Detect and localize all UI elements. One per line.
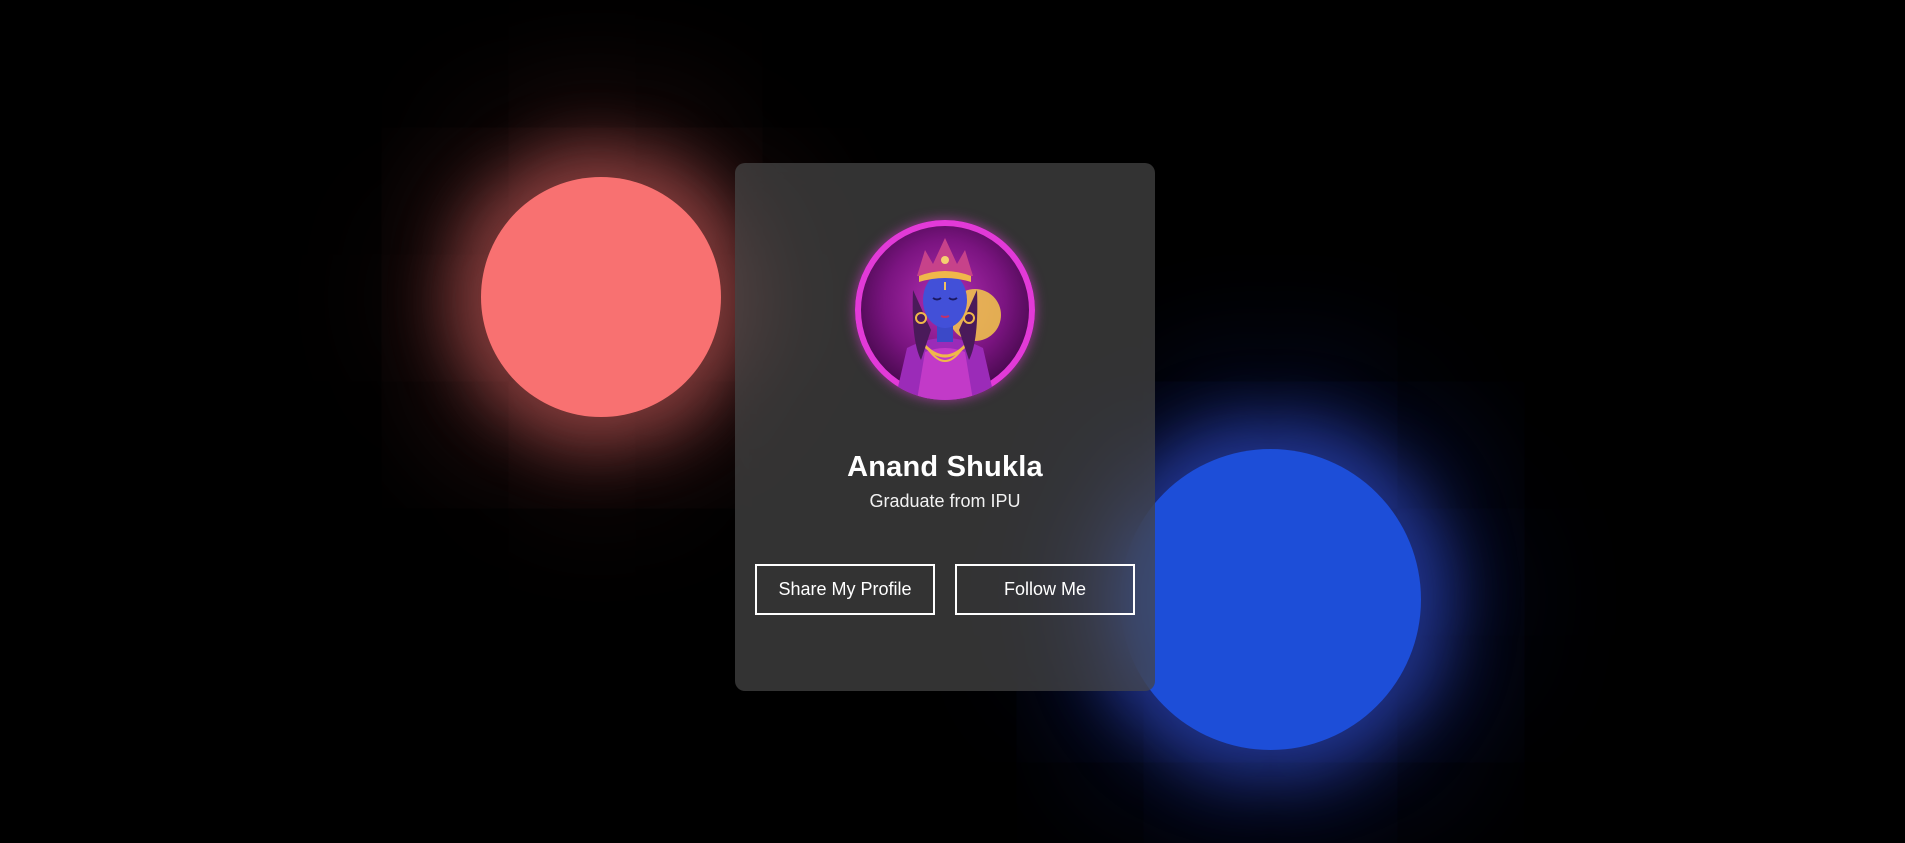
follow-button[interactable]: Follow Me [955,564,1135,615]
page-background: Anand Shukla Graduate from IPU Share My … [0,0,1905,843]
profile-avatar [855,220,1035,400]
red-glow-circle [481,177,721,417]
profile-name: Anand Shukla [847,451,1043,483]
blue-glow-circle [1120,449,1421,750]
share-profile-button[interactable]: Share My Profile [755,564,935,615]
portrait-illustration [895,238,1001,400]
profile-subtitle: Graduate from IPU [869,491,1021,511]
profile-card: Anand Shukla Graduate from IPU Share My … [735,163,1155,691]
